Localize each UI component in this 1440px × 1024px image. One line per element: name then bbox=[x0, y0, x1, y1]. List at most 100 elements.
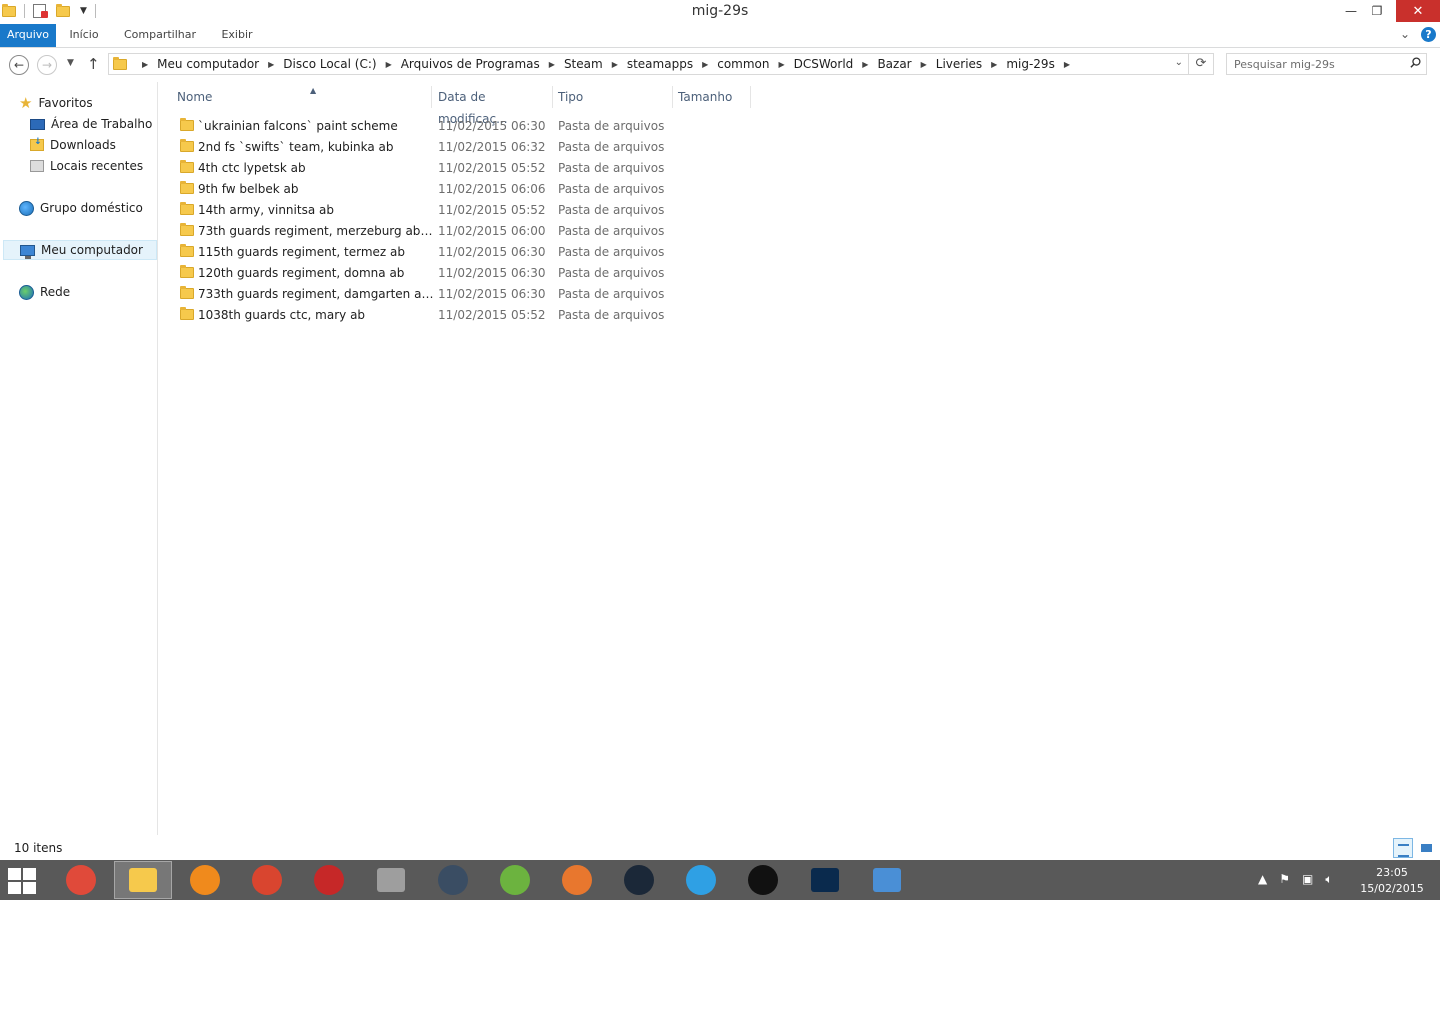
restore-button[interactable]: ❐ bbox=[1364, 0, 1390, 22]
breadcrumb-item[interactable]: Disco Local (C:) bbox=[283, 57, 376, 71]
nav-item-downloads[interactable]: Downloads bbox=[30, 135, 116, 155]
table-row[interactable]: `ukrainian falcons` paint scheme 11/02/20… bbox=[175, 115, 695, 136]
taskbar-app[interactable] bbox=[486, 861, 544, 899]
breadcrumb-separator-icon[interactable]: ▶ bbox=[540, 60, 564, 69]
breadcrumb-separator-icon[interactable]: ▶ bbox=[912, 60, 936, 69]
address-history-chevron-icon[interactable]: ⌄ bbox=[1175, 57, 1183, 68]
breadcrumb-item[interactable]: Steam bbox=[564, 57, 603, 71]
table-row[interactable]: 9th fw belbek ab 11/02/2015 06:06 Pasta de… bbox=[175, 178, 695, 199]
breadcrumb-separator-icon[interactable]: ▶ bbox=[1055, 60, 1079, 69]
nav-item-label: Rede bbox=[40, 285, 71, 299]
nav-item-favoritos[interactable]: ★ Favoritos bbox=[19, 93, 93, 113]
close-button[interactable]: ✕ bbox=[1396, 0, 1440, 22]
tab-exibir[interactable]: Exibir bbox=[214, 24, 260, 47]
title-bar: ▼ mig-29s — ❐ ✕ bbox=[0, 0, 1440, 24]
breadcrumb-separator-icon[interactable]: ▶ bbox=[603, 60, 627, 69]
show-hidden-icons-chevron-icon[interactable]: ▲ bbox=[1258, 872, 1267, 887]
folder-icon bbox=[180, 265, 194, 278]
breadcrumb-separator-icon[interactable]: ▶ bbox=[982, 60, 1006, 69]
taskbar-app[interactable] bbox=[610, 861, 668, 899]
taskbar-app[interactable] bbox=[734, 861, 792, 899]
breadcrumb-item[interactable]: Bazar bbox=[877, 57, 911, 71]
nav-item-area-de-trabalho[interactable]: Área de Trabalho bbox=[30, 114, 152, 134]
breadcrumb-item[interactable]: common bbox=[717, 57, 769, 71]
table-row[interactable]: 733th guards regiment, damgarten ab (g..… bbox=[175, 283, 695, 304]
file-type: Pasta de arquivos bbox=[558, 181, 665, 196]
nav-item-rede[interactable]: Rede bbox=[19, 282, 70, 302]
nav-item-meu-computador[interactable]: Meu computador bbox=[3, 240, 157, 260]
breadcrumb-separator-icon[interactable]: ▶ bbox=[770, 60, 794, 69]
breadcrumb-separator-icon[interactable]: ▶ bbox=[853, 60, 877, 69]
taskbar-app[interactable] bbox=[300, 861, 358, 899]
steam-icon bbox=[624, 865, 654, 895]
forward-button[interactable]: → bbox=[37, 55, 57, 75]
column-header-name[interactable]: Nome ▲ bbox=[172, 86, 432, 108]
taskbar-app[interactable] bbox=[238, 861, 296, 899]
tab-compartilhar[interactable]: Compartilhar bbox=[116, 24, 204, 47]
table-row[interactable]: 1038th guards ctc, mary ab 11/02/2015 05:… bbox=[175, 304, 695, 325]
start-button[interactable] bbox=[8, 868, 38, 894]
file-list: Nome ▲ Data de modificaç... Tipo Tamanho… bbox=[159, 82, 1440, 835]
nav-item-grupo-domestico[interactable]: Grupo doméstico bbox=[19, 198, 143, 218]
fox-app-icon bbox=[562, 865, 592, 895]
breadcrumb-item[interactable]: DCSWorld bbox=[794, 57, 854, 71]
nav-item-locais-recentes[interactable]: Locais recentes bbox=[30, 156, 143, 176]
recent-locations-chevron-icon[interactable]: ▼ bbox=[67, 58, 74, 68]
table-row[interactable]: 14th army, vinnitsa ab 11/02/2015 05:52 Pa… bbox=[175, 199, 695, 220]
breadcrumb-separator-icon[interactable]: ▶ bbox=[693, 60, 717, 69]
column-header-type[interactable]: Tipo bbox=[553, 86, 673, 108]
breadcrumb-item[interactable]: mig-29s bbox=[1006, 57, 1055, 71]
tab-inicio[interactable]: Início bbox=[60, 24, 108, 47]
taskbar-app[interactable] bbox=[52, 861, 110, 899]
folder-icon bbox=[180, 160, 194, 173]
refresh-button[interactable]: ⟳ bbox=[1189, 53, 1214, 75]
column-header-size[interactable]: Tamanho bbox=[673, 86, 751, 108]
file-name: 120th guards regiment, domna ab bbox=[198, 265, 405, 280]
taskbar-app[interactable] bbox=[796, 861, 854, 899]
taskbar-app[interactable] bbox=[424, 861, 482, 899]
search-input[interactable] bbox=[1234, 56, 1404, 72]
table-row[interactable]: 115th guards regiment, termez ab 11/02/20… bbox=[175, 241, 695, 262]
breadcrumb-item[interactable]: steamapps bbox=[627, 57, 693, 71]
breadcrumb-separator-icon[interactable]: ▶ bbox=[259, 60, 283, 69]
taskbar-app[interactable] bbox=[114, 861, 172, 899]
taskbar-app[interactable] bbox=[548, 861, 606, 899]
breadcrumb-item[interactable]: Meu computador bbox=[157, 57, 259, 71]
folder-icon bbox=[180, 307, 194, 320]
expand-ribbon-chevron-icon[interactable]: ⌄ bbox=[1400, 27, 1410, 41]
large-icons-view-button[interactable] bbox=[1416, 838, 1436, 858]
address-bar[interactable]: ▶ Meu computador ▶ Disco Local (C:) ▶ Ar… bbox=[108, 53, 1189, 75]
table-row[interactable]: 4th ctc lypetsk ab 11/02/2015 05:52 Pasta … bbox=[175, 157, 695, 178]
minimize-button[interactable]: — bbox=[1338, 0, 1364, 22]
help-icon[interactable]: ? bbox=[1421, 27, 1436, 42]
volume-icon[interactable]: 🔈︎ bbox=[1325, 872, 1332, 887]
action-center-flag-icon[interactable]: ⚑ bbox=[1279, 872, 1290, 887]
column-header-date[interactable]: Data de modificaç... bbox=[433, 86, 553, 126]
star-icon: ★ bbox=[19, 93, 33, 112]
taskbar-app[interactable] bbox=[362, 861, 420, 899]
breadcrumb-item[interactable]: Liveries bbox=[936, 57, 982, 71]
breadcrumb-separator-icon[interactable]: ▶ bbox=[377, 60, 401, 69]
details-view-button[interactable] bbox=[1393, 838, 1413, 858]
blocked-app-icon bbox=[314, 865, 344, 895]
table-row[interactable]: 2nd fs `swifts` team, kubinka ab 11/02/20… bbox=[175, 136, 695, 157]
taskbar-app[interactable] bbox=[176, 861, 234, 899]
table-row[interactable]: 120th guards regiment, domna ab 11/02/201… bbox=[175, 262, 695, 283]
search-icon[interactable] bbox=[1410, 57, 1421, 68]
file-type: Pasta de arquivos bbox=[558, 265, 665, 280]
taskbar-app[interactable] bbox=[672, 861, 730, 899]
back-button[interactable]: ← bbox=[9, 55, 29, 75]
teamspeak-icon bbox=[438, 865, 468, 895]
network-status-icon[interactable]: ▣ bbox=[1302, 872, 1313, 887]
search-box[interactable] bbox=[1226, 53, 1427, 75]
folder-icon bbox=[113, 56, 127, 70]
table-row[interactable]: 73th guards regiment, merzeburg ab (gdr)… bbox=[175, 220, 695, 241]
taskbar-app[interactable] bbox=[858, 861, 916, 899]
windows-logo-icon bbox=[8, 868, 21, 880]
breadcrumb-separator-icon[interactable]: ▶ bbox=[133, 60, 157, 69]
tab-arquivo[interactable]: Arquivo bbox=[0, 24, 56, 47]
breadcrumb: ▶ Meu computador ▶ Disco Local (C:) ▶ Ar… bbox=[133, 57, 1079, 71]
up-button[interactable]: ↑ bbox=[87, 55, 100, 73]
breadcrumb-item[interactable]: Arquivos de Programas bbox=[401, 57, 540, 71]
clock[interactable]: 23:05 15/02/2015 bbox=[1358, 865, 1426, 897]
